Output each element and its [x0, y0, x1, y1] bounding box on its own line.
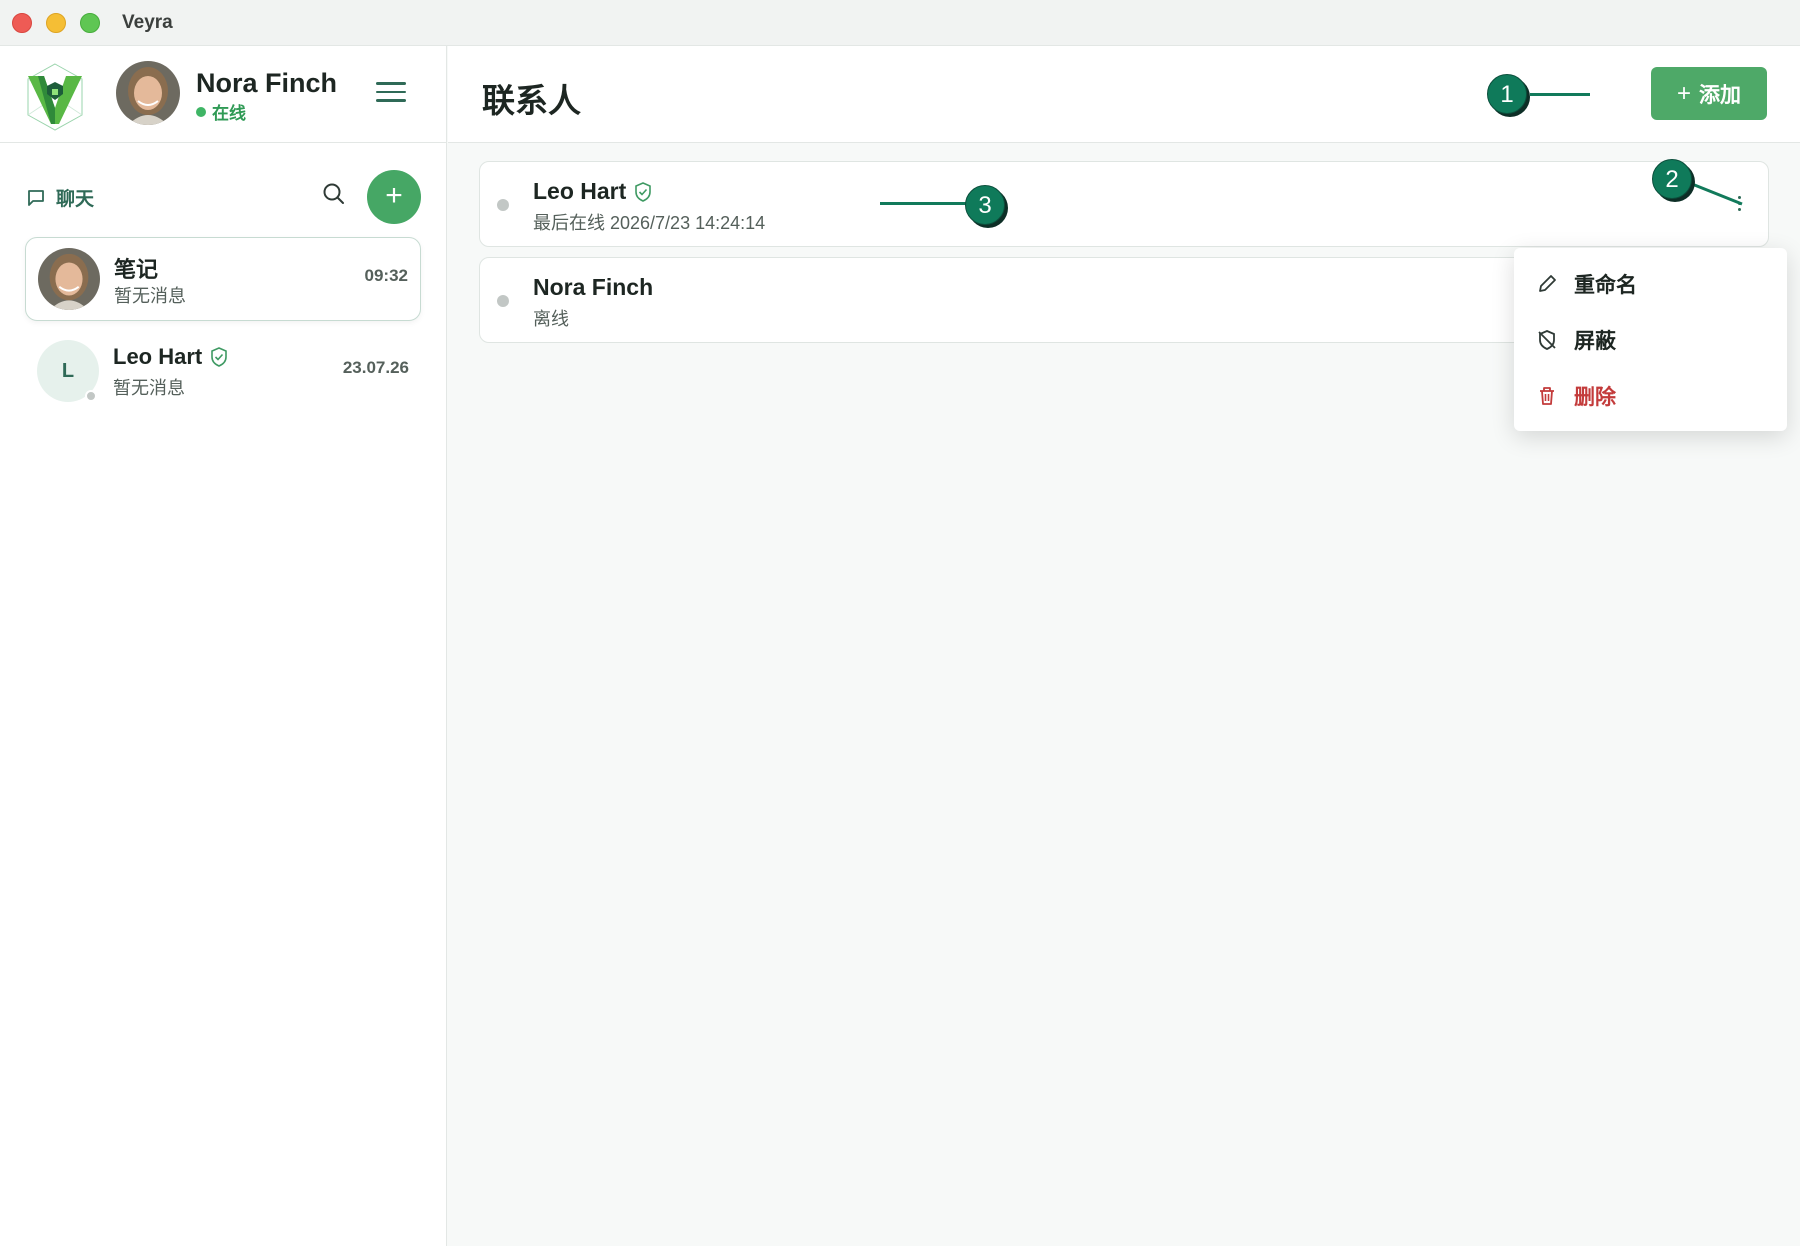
- profile-photo: [116, 61, 180, 125]
- app-title: Veyra: [122, 11, 173, 33]
- chat-title-text: Leo Hart: [113, 344, 203, 369]
- profile-status: 在线: [196, 99, 246, 124]
- add-contact-label: 添加: [1699, 83, 1741, 107]
- hamburger-menu-button[interactable]: [376, 82, 406, 106]
- hamburger-line: [376, 82, 406, 85]
- profile-avatar[interactable]: [116, 61, 180, 125]
- main-header: 联系人 + 添加: [448, 46, 1800, 143]
- block-label: 屏蔽: [1574, 330, 1616, 353]
- app-window: Veyra Nora Finch 在线 聊天 + 笔记 暂无消息 09:32 L…: [0, 0, 1800, 1246]
- annotation-line: [1691, 182, 1743, 206]
- chat-section-title: 聊天: [56, 189, 95, 210]
- annotation-callout-3: 3: [965, 185, 1005, 225]
- page-title: 联系人: [482, 82, 581, 119]
- add-contact-button[interactable]: + 添加: [1651, 67, 1767, 120]
- hamburger-line: [376, 99, 406, 102]
- new-chat-button[interactable]: +: [367, 170, 421, 224]
- annotation-callout-2: 2: [1652, 159, 1692, 199]
- block-shield-icon: [1538, 330, 1556, 350]
- chat-title: 笔记: [114, 257, 159, 282]
- chat-avatar: [38, 248, 100, 310]
- contact-name-text: Leo Hart: [533, 178, 627, 204]
- block-menu-item[interactable]: 屏蔽: [1514, 312, 1787, 368]
- chat-list-item[interactable]: 笔记 暂无消息 09:32: [25, 237, 421, 321]
- chat-list-item[interactable]: L Leo Hart 暂无消息 23.07.26: [25, 330, 421, 414]
- contact-context-menu: 重命名 屏蔽 删除: [1514, 248, 1787, 431]
- close-window-button[interactable]: [12, 12, 32, 33]
- rename-label: 重命名: [1574, 274, 1637, 297]
- annotation-callout-1: 1: [1487, 74, 1527, 114]
- chat-time: 23.07.26: [342, 358, 409, 377]
- search-icon: [323, 183, 344, 204]
- chat-title: Leo Hart: [113, 344, 228, 370]
- online-dot-icon: [196, 106, 206, 117]
- rename-menu-item[interactable]: 重命名: [1514, 256, 1787, 312]
- contact-name: Leo Hart: [533, 178, 652, 205]
- annotation-line: [1530, 93, 1590, 96]
- contact-row[interactable]: Leo Hart 最后在线 2026/7/23 14:24:14: [479, 161, 1769, 247]
- offline-status-dot: [85, 390, 97, 402]
- offline-status-dot: [497, 199, 509, 211]
- pencil-icon: [1539, 275, 1556, 292]
- sidebar: Nora Finch 在线 聊天 + 笔记 暂无消息 09:32 L Leo H…: [0, 46, 447, 1246]
- minimize-window-button[interactable]: [46, 12, 66, 33]
- app-logo: [27, 63, 83, 131]
- plus-icon: +: [1676, 79, 1691, 107]
- delete-label: 删除: [1574, 386, 1616, 409]
- window-controls: [12, 12, 100, 33]
- chat-preview: 暂无消息: [114, 286, 186, 306]
- chat-time: 09:32: [364, 266, 408, 285]
- avatar-photo: [38, 248, 100, 310]
- profile-header: Nora Finch 在线: [0, 46, 446, 143]
- zoom-window-button[interactable]: [80, 12, 100, 33]
- annotation-line: [880, 202, 966, 205]
- offline-status-dot: [497, 295, 509, 307]
- title-bar: Veyra: [0, 0, 1800, 46]
- message-square-icon: [28, 189, 44, 206]
- search-button[interactable]: [320, 180, 348, 208]
- trash-icon: [1540, 387, 1554, 405]
- verified-shield-icon: [635, 181, 652, 202]
- contact-status: 离线: [533, 309, 569, 329]
- hamburger-line: [376, 90, 406, 93]
- verified-shield-icon: [211, 347, 228, 367]
- chat-preview: 暂无消息: [113, 378, 185, 398]
- profile-status-text: 在线: [212, 104, 246, 123]
- plus-icon: +: [385, 179, 403, 212]
- chat-section-label: 聊天: [26, 184, 94, 211]
- contact-name: Nora Finch: [533, 274, 654, 300]
- contact-last-seen: 最后在线 2026/7/23 14:24:14: [533, 213, 766, 233]
- profile-name: Nora Finch: [196, 68, 338, 98]
- delete-menu-item[interactable]: 删除: [1514, 368, 1787, 424]
